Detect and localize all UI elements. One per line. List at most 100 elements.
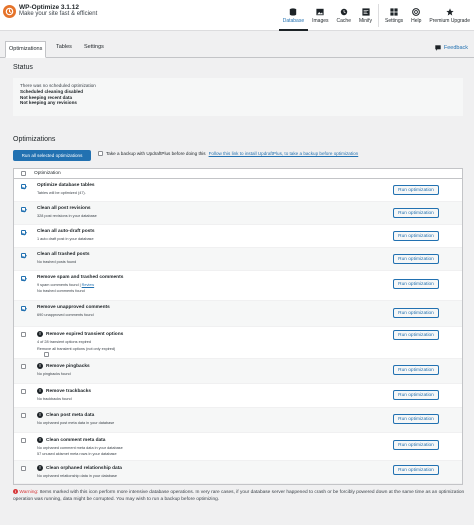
optimizations-table: Optimization Optimize database tables Ta… (13, 168, 463, 485)
row-title: Clean all auto-draft posts (37, 229, 95, 234)
feedback-link[interactable]: Feedback (435, 45, 468, 51)
row-checkbox[interactable] (21, 276, 26, 281)
image-icon (316, 8, 324, 16)
nav-cache[interactable]: Cache (333, 0, 355, 31)
status-heading: Status (13, 64, 33, 71)
remove-all-transients-checkbox[interactable] (44, 352, 49, 357)
warning-icon: ! (37, 363, 43, 369)
table-header: Optimization (14, 169, 462, 179)
nav-help[interactable]: Help (407, 0, 425, 31)
row-title: ! Clean orphaned relationship data (37, 465, 122, 471)
row-checkbox[interactable] (21, 253, 26, 258)
row-checkbox[interactable] (21, 466, 26, 471)
run-optimization-button[interactable]: Run optimization (393, 365, 439, 375)
table-row: ! Clean comment meta data No orphaned com… (14, 433, 462, 461)
review-link[interactable]: Review (82, 283, 94, 287)
row-checkbox[interactable] (21, 332, 26, 337)
row-checkbox[interactable] (21, 306, 26, 311)
row-checkbox[interactable] (21, 438, 26, 443)
logo-mark-icon (5, 7, 14, 16)
run-optimization-button[interactable]: Run optimization (393, 465, 439, 475)
row-title: Clean all post revisions (37, 206, 91, 211)
table-row: ! Clean orphaned relationship data No orp… (14, 461, 462, 484)
feedback-icon (435, 45, 441, 51)
row-title: ! Remove expired transient options (37, 331, 123, 337)
row-detail: No trashed comments found (37, 289, 85, 293)
backup-text: Take a backup with UpdraftPlus before do… (106, 151, 206, 156)
nav-minify[interactable]: Minify (355, 0, 376, 31)
row-detail: No pingbacks found (37, 372, 71, 376)
nav-minify-label: Minify (358, 18, 373, 24)
table-row: Remove spam and trashed comments 9 spam … (14, 271, 462, 301)
nav-divider (378, 4, 380, 27)
nav-cache-label: Cache (336, 18, 351, 24)
backup-checkbox[interactable] (98, 151, 103, 156)
cache-icon (340, 8, 347, 16)
sub-tab-bar: Optimizations Tables Settings Feedback (0, 38, 474, 58)
nav-help-label: Help (411, 18, 422, 24)
row-detail: No orphaned comment meta data in your da… (37, 446, 123, 450)
run-optimization-button[interactable]: Run optimization (393, 279, 439, 289)
run-optimization-button[interactable]: Run optimization (393, 231, 439, 241)
tab-settings[interactable]: Settings (81, 42, 107, 52)
tab-optimizations[interactable]: Optimizations (5, 41, 47, 58)
row-title: Clean all trashed posts (37, 252, 90, 257)
run-optimization-button[interactable]: Run optimization (393, 440, 439, 450)
row-title: Optimize database tables (37, 183, 95, 188)
row-detail: No trashed posts found (37, 260, 77, 264)
run-optimization-button[interactable]: Run optimization (393, 390, 439, 400)
row-detail: 57 unused akismet meta rows in your data… (37, 452, 117, 456)
row-detail: No orphaned relationship data in your da… (37, 474, 118, 478)
table-row: Clean all post revisions 328 post revisi… (14, 202, 462, 225)
row-checkbox[interactable] (21, 184, 26, 189)
run-optimization-button[interactable]: Run optimization (393, 254, 439, 264)
row-title: ! Clean comment meta data (37, 437, 105, 443)
nav-settings-label: Settings (385, 18, 404, 24)
row-checkbox[interactable] (21, 364, 26, 369)
nav-premium-upgrade[interactable]: Premium Upgrade (425, 0, 474, 31)
run-optimization-button[interactable]: Run optimization (393, 330, 439, 340)
wp-optimize-logo (3, 5, 16, 18)
feedback-label: Feedback (443, 45, 468, 51)
table-row: Remove unapproved comments 690 unapprove… (14, 301, 462, 327)
warning-text: Items marked with this icon perform more… (13, 490, 465, 502)
row-detail: 690 unapproved comments found (37, 313, 94, 317)
status-box: There was no scheduled optimization Sche… (13, 78, 463, 116)
app-title: WP-Optimize 3.1.12 (19, 4, 79, 11)
table-row: Clean all auto-draft posts 1 auto draft … (14, 225, 462, 248)
row-detail: No orphaned post meta data in your datab… (37, 421, 115, 425)
row-checkbox[interactable] (21, 389, 26, 394)
column-header-optimization: Optimization (34, 171, 61, 176)
row-detail: 4 of 28 transient options expired (37, 340, 92, 344)
top-header: WP-Optimize 3.1.12 Make your site fast &… (0, 0, 474, 31)
warning-label: Warning: (19, 490, 39, 495)
nav-settings[interactable]: Settings (381, 0, 407, 31)
row-checkbox[interactable] (21, 207, 26, 212)
row-checkbox[interactable] (21, 230, 26, 235)
row-title: Remove spam and trashed comments (37, 275, 124, 280)
table-row: Optimize database tables Tables will be … (14, 179, 462, 202)
run-optimization-button[interactable]: Run optimization (393, 414, 439, 424)
row-detail: 1 auto draft post in your database (37, 237, 94, 241)
run-optimization-button[interactable]: Run optimization (393, 208, 439, 218)
row-title: ! Clean post meta data (37, 412, 94, 418)
row-checkbox[interactable] (21, 413, 26, 418)
run-all-optimizations-button[interactable]: Run all selected optimizations (13, 150, 91, 161)
tab-tables[interactable]: Tables (53, 42, 75, 52)
run-optimization-button[interactable]: Run optimization (393, 185, 439, 195)
select-all-checkbox[interactable] (21, 171, 26, 176)
warning-icon: ! (37, 331, 43, 337)
nav-database[interactable]: Database (278, 0, 309, 31)
nav-images[interactable]: Images (308, 0, 332, 31)
table-row: ! Remove pingbacks No pingbacks found Run… (14, 359, 462, 384)
warning-icon: ! (37, 437, 43, 443)
settings-icon (390, 8, 398, 16)
install-updraftplus-link[interactable]: Follow this link to install UpdraftPlus,… (209, 151, 359, 156)
premium-icon (446, 8, 454, 16)
nav-database-label: Database (282, 18, 305, 24)
optimizations-heading: Optimizations (13, 136, 56, 143)
run-optimization-button[interactable]: Run optimization (393, 308, 439, 318)
row-title: ! Remove pingbacks (37, 363, 90, 369)
row-title: Remove unapproved comments (37, 305, 110, 310)
minify-icon (361, 8, 370, 16)
